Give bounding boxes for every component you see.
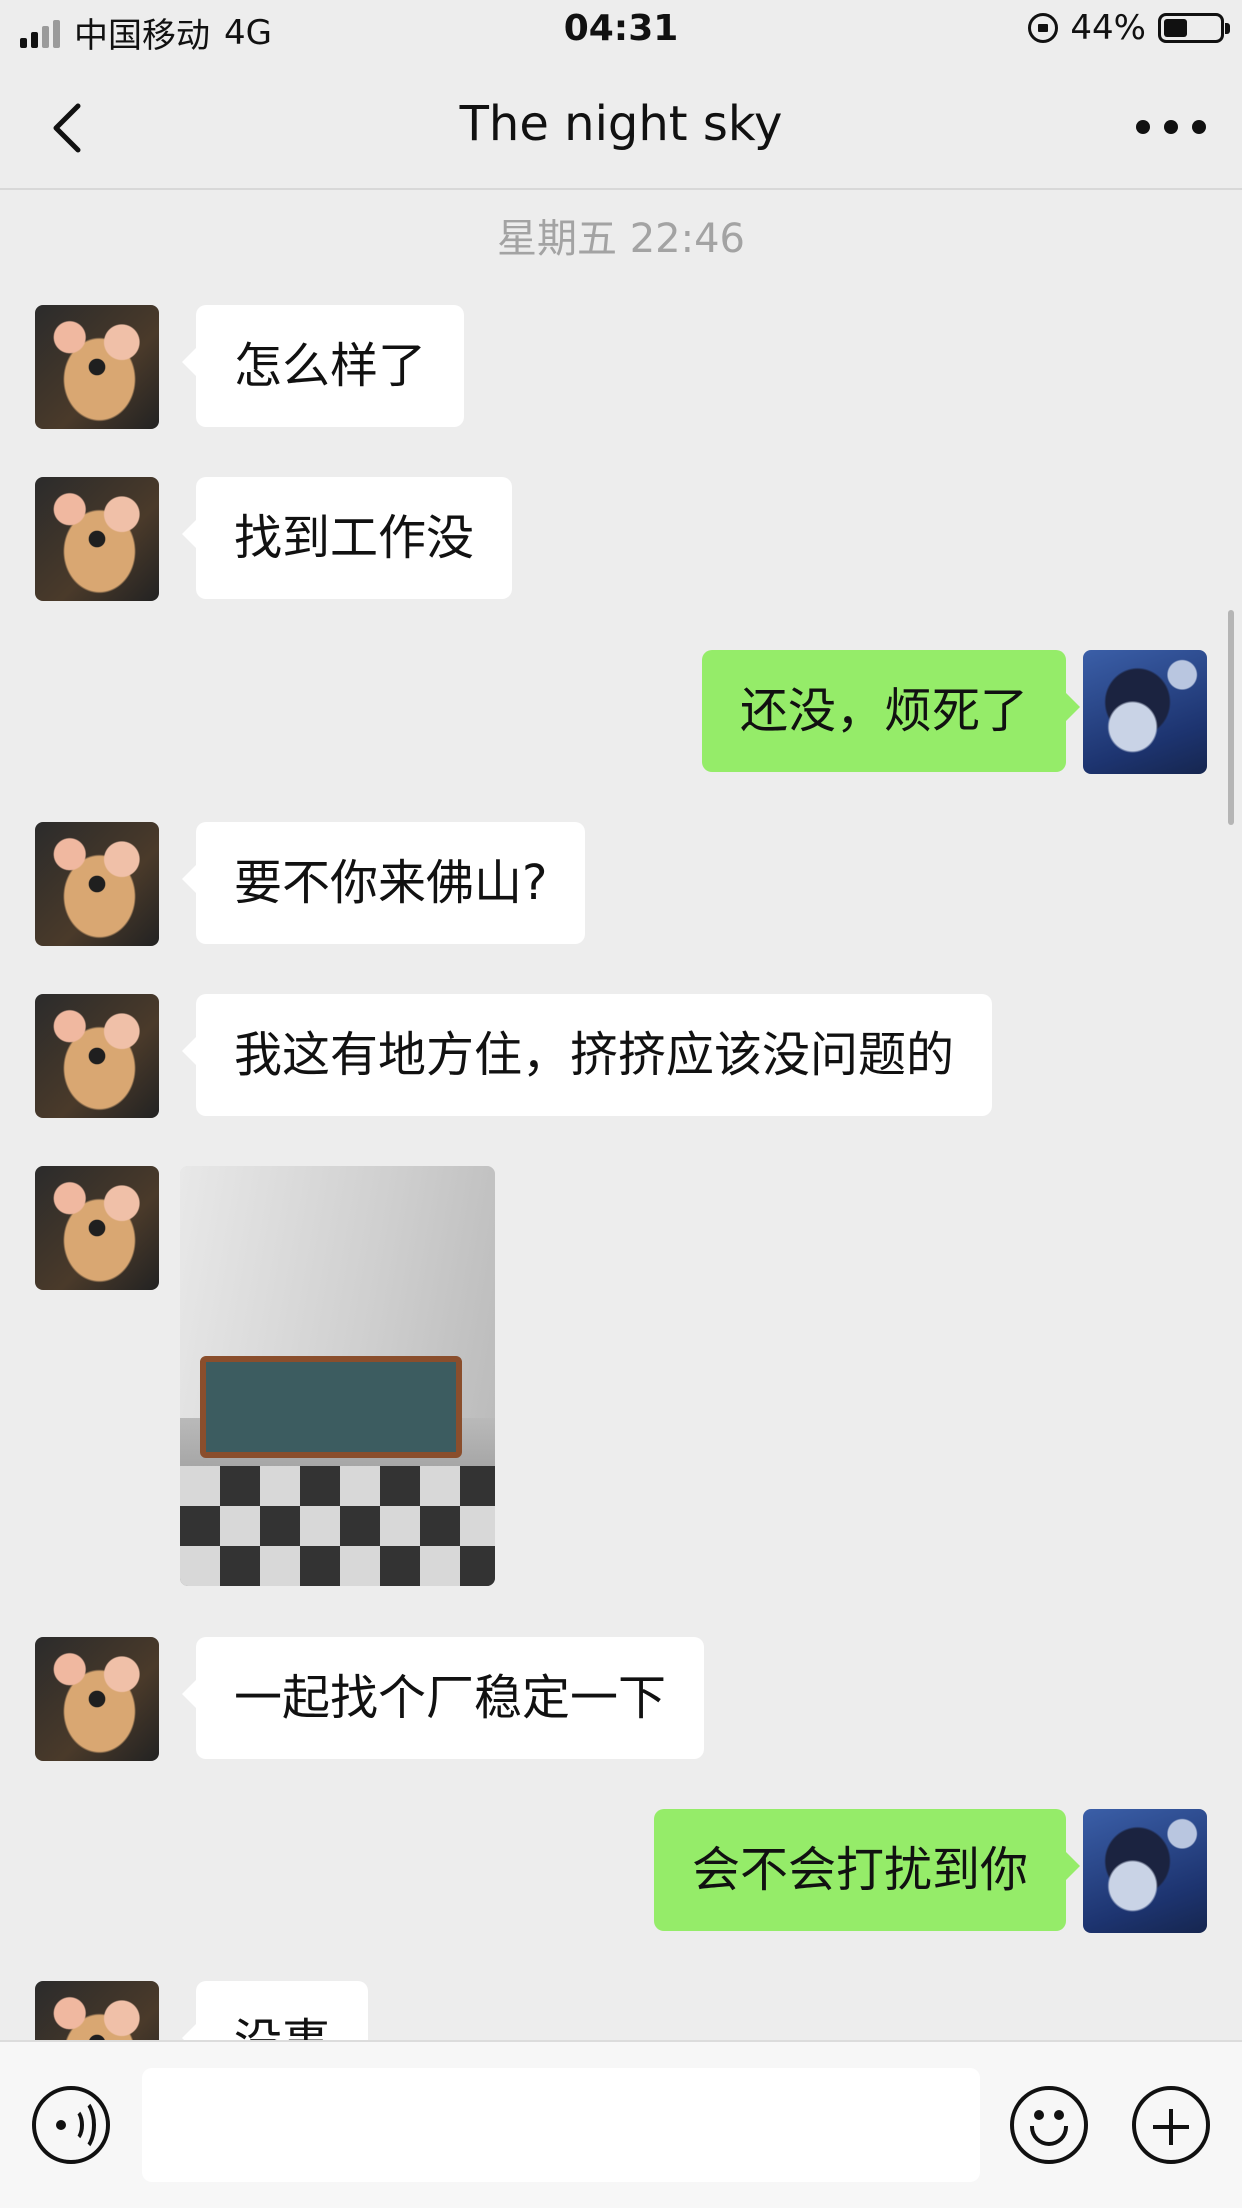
contact-avatar[interactable] bbox=[35, 1166, 159, 1290]
message-input[interactable] bbox=[142, 2068, 980, 2182]
status-right: 44% bbox=[1028, 8, 1230, 48]
contact-avatar[interactable] bbox=[35, 477, 159, 601]
incoming-message[interactable]: 要不你来佛山? bbox=[181, 822, 586, 944]
battery-icon bbox=[1158, 13, 1230, 43]
outgoing-message[interactable]: 还没，烦死了 bbox=[701, 650, 1081, 772]
image-message[interactable] bbox=[180, 1166, 495, 1586]
user-avatar[interactable] bbox=[1083, 1809, 1207, 1933]
incoming-message[interactable]: 怎么样了 bbox=[181, 305, 465, 427]
contact-avatar[interactable] bbox=[35, 994, 159, 1118]
plus-icon[interactable] bbox=[1132, 2086, 1210, 2164]
voice-icon[interactable] bbox=[32, 2086, 110, 2164]
outgoing-message[interactable]: 会不会打扰到你 bbox=[653, 1809, 1081, 1931]
contact-avatar[interactable] bbox=[35, 822, 159, 946]
chat-title: The night sky bbox=[459, 96, 783, 152]
scrollbar[interactable] bbox=[1228, 610, 1234, 825]
incoming-message[interactable]: 找到工作没 bbox=[181, 477, 513, 599]
contact-avatar[interactable] bbox=[35, 1637, 159, 1761]
contact-avatar[interactable] bbox=[35, 305, 159, 429]
incoming-message[interactable]: 我这有地方住，挤挤应该没问题的 bbox=[181, 994, 993, 1116]
emoji-icon[interactable] bbox=[1010, 2086, 1088, 2164]
message-timestamp: 星期五 22:46 bbox=[497, 216, 745, 262]
input-bar bbox=[0, 2040, 1242, 2208]
user-avatar[interactable] bbox=[1083, 650, 1207, 774]
status-bar: 中国移动 4G 04:31 44% bbox=[0, 0, 1242, 62]
chat-header: The night sky bbox=[0, 62, 1242, 190]
battery-percent: 44% bbox=[1070, 8, 1146, 48]
incoming-message[interactable]: 一起找个厂稳定一下 bbox=[181, 1637, 705, 1759]
rotation-lock-icon bbox=[1028, 13, 1059, 43]
more-dots-icon[interactable] bbox=[1136, 102, 1206, 152]
